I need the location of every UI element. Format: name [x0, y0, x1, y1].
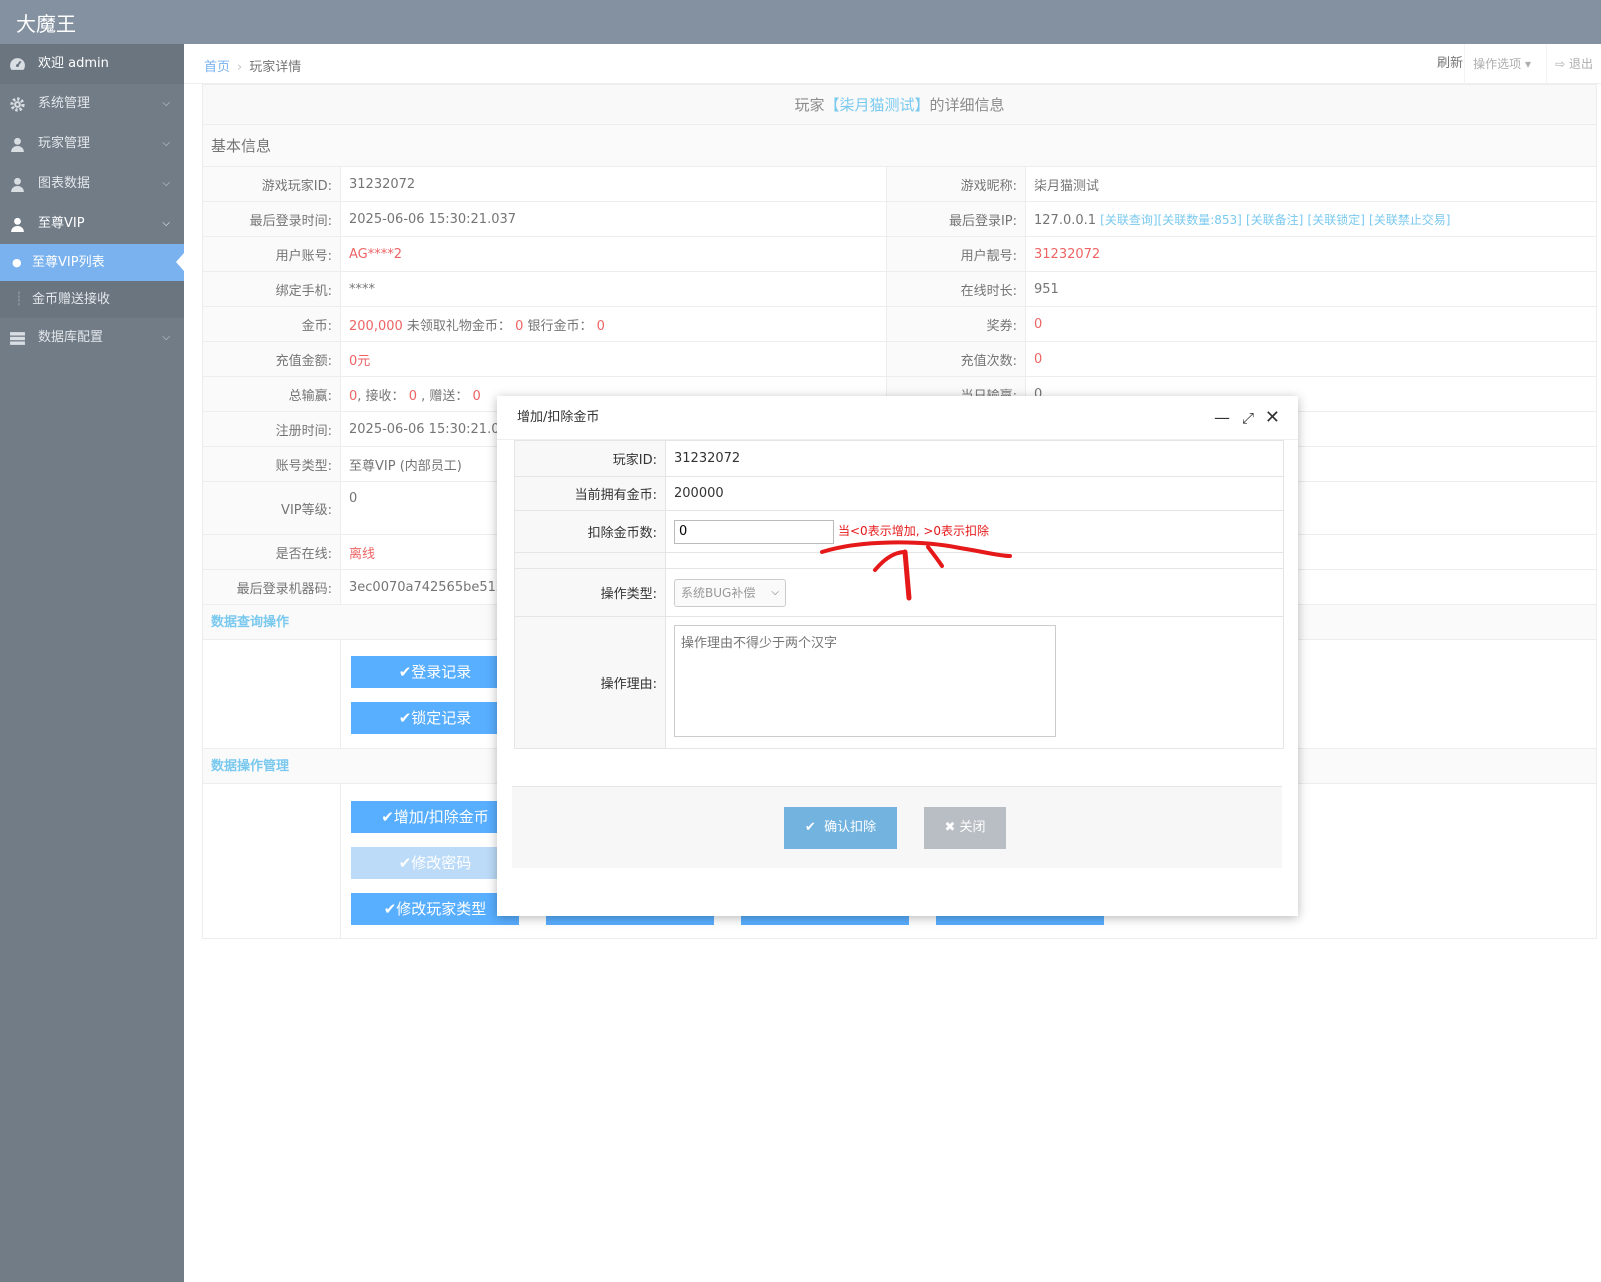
operation-reason-textarea[interactable]	[674, 624, 1056, 737]
confirm-label: 确认扣除	[824, 820, 877, 835]
dialog-form-table: 玩家ID: 31232072 当前拥有金币: 200000 扣除金币数: 当<0…	[514, 440, 1284, 749]
form-row: 当前拥有金币: 200000	[514, 476, 1284, 511]
form-value	[665, 616, 1284, 749]
minimize-icon[interactable]: —	[1214, 396, 1230, 440]
confirm-deduct-button[interactable]: ✔ 确认扣除	[784, 807, 897, 849]
form-row: 操作理由:	[514, 616, 1284, 749]
maximize-icon[interactable]: ⤢	[1242, 396, 1254, 440]
form-row: 扣除金币数: 当<0表示增加, >0表示扣除	[514, 510, 1284, 553]
form-row	[514, 552, 1284, 569]
dialog-footer: ✔ 确认扣除 ✖ 关闭	[512, 786, 1282, 868]
operation-type-select[interactable]: 系统BUG补偿 ⌵	[674, 578, 786, 607]
operation-type-value: 系统BUG补偿	[681, 585, 756, 600]
check-icon: ✔	[804, 820, 816, 835]
dialog-header: 增加/扣除金币 — ⤢ ✕	[497, 396, 1298, 440]
form-label: 玩家ID:	[514, 440, 666, 477]
form-row: 操作类型: 系统BUG补偿 ⌵	[514, 568, 1284, 617]
form-value: 当<0表示增加, >0表示扣除	[665, 510, 1284, 553]
app-root: 大魔王 欢迎 admin 系统管理 ⌵ 玩家管理 ⌵ 图表数据 ⌵ 至尊VIP …	[0, 0, 1601, 1282]
x-icon: ✖	[944, 820, 956, 835]
close-dialog-button[interactable]: ✖ 关闭	[924, 807, 1006, 849]
form-value	[665, 552, 1284, 569]
form-row: 玩家ID: 31232072	[514, 440, 1284, 477]
deduct-hint: 当<0表示增加, >0表示扣除	[838, 524, 990, 538]
form-value: 系统BUG补偿 ⌵	[665, 568, 1284, 617]
form-label	[514, 552, 666, 569]
add-deduct-gold-dialog: 增加/扣除金币 — ⤢ ✕ 玩家ID: 31232072 当前拥有金币: 200…	[497, 396, 1298, 916]
form-label: 操作类型:	[514, 568, 666, 617]
form-label: 操作理由:	[514, 616, 666, 749]
form-label: 当前拥有金币:	[514, 476, 666, 511]
chevron-down-icon: ⌵	[771, 586, 779, 598]
form-label: 扣除金币数:	[514, 510, 666, 553]
dialog-title: 增加/扣除金币	[517, 410, 600, 425]
form-value: 200000	[665, 476, 1284, 511]
close-icon[interactable]: ✕	[1265, 396, 1280, 440]
deduct-gold-input[interactable]	[674, 519, 834, 544]
form-value: 31232072	[665, 440, 1284, 477]
close-label: 关闭	[959, 820, 986, 835]
